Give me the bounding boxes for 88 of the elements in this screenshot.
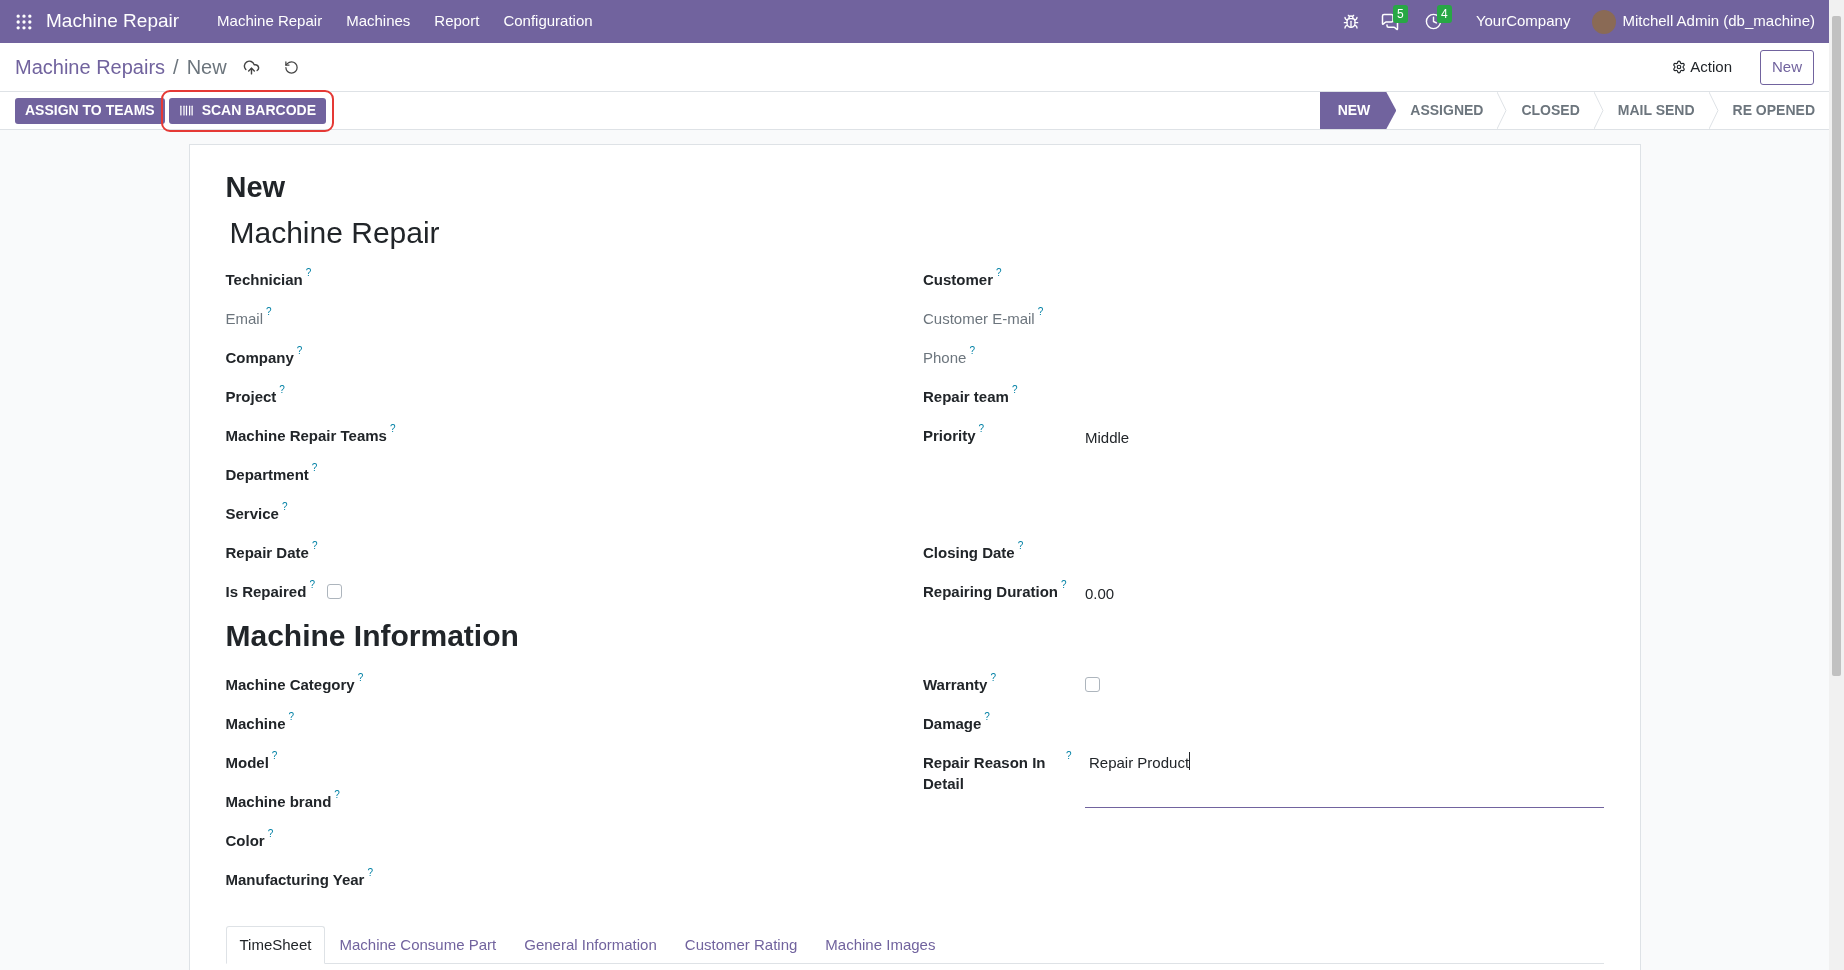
field-label: Customer E-mail (923, 309, 1035, 329)
field-label: Machine Repair Teams (225, 426, 387, 446)
activity-count-badge: 4 (1436, 5, 1452, 23)
help-tooltip-marker[interactable]: ? (969, 346, 975, 356)
debug-icon[interactable] (1342, 13, 1359, 30)
help-tooltip-marker[interactable]: ? (1066, 751, 1072, 761)
breadcrumb-current: New (186, 55, 227, 80)
help-tooltip-marker[interactable]: ? (1011, 385, 1018, 395)
user-menu[interactable]: Mitchell Admin (db_machine) (1622, 10, 1815, 33)
save-icon[interactable] (242, 58, 260, 76)
help-tooltip-marker[interactable]: ? (990, 673, 997, 683)
help-tooltip-marker[interactable]: ? (978, 424, 985, 434)
help-tooltip-marker[interactable]: ? (271, 751, 278, 761)
scrollbar[interactable] (1829, 0, 1844, 970)
field-label: Priority (923, 426, 976, 446)
field-label: Warranty (923, 675, 988, 695)
activities-icon[interactable] (1424, 13, 1442, 30)
help-tooltip-marker[interactable]: ? (311, 541, 318, 551)
section-heading: Machine Information (225, 618, 520, 654)
field-label: Project (225, 387, 277, 407)
help-tooltip-marker[interactable]: ? (279, 385, 285, 395)
help-tooltip-marker[interactable]: ? (311, 463, 318, 473)
header-button[interactable]: ASSIGN TO TEAMS (15, 97, 165, 124)
company-switcher[interactable]: YourCompany (1475, 10, 1571, 33)
help-tooltip-marker[interactable]: ? (305, 268, 312, 278)
status-stage[interactable]: NEW (1319, 92, 1397, 129)
new-button[interactable]: New (1760, 49, 1814, 85)
help-tooltip-marker[interactable]: ? (1037, 307, 1044, 317)
help-tooltip-marker[interactable]: ? (281, 502, 288, 512)
field-label: Manufacturing Year (225, 870, 365, 890)
help-tooltip-marker[interactable]: ? (357, 673, 364, 683)
record-name[interactable]: Machine Repair (229, 213, 1604, 253)
help-tooltip-marker[interactable]: ? (266, 307, 272, 317)
field-label: Company (225, 348, 294, 368)
help-tooltip-marker[interactable]: ? (1017, 541, 1024, 551)
checkbox[interactable] (1085, 677, 1100, 692)
field-label: Damage (923, 714, 982, 734)
menu-item[interactable]: Machines (334, 0, 423, 43)
field-label: Email (225, 309, 263, 329)
field-label: Is Repaired (225, 582, 307, 602)
field-label: Department (225, 465, 309, 485)
help-tooltip-marker[interactable]: ? (389, 424, 396, 434)
field-label: Color (225, 831, 265, 851)
help-tooltip-marker[interactable]: ? (334, 790, 340, 800)
header-button[interactable]: SCAN BARCODE (168, 97, 326, 124)
action-button[interactable]: Action (1672, 55, 1732, 79)
message-count-badge: 5 (1392, 4, 1408, 23)
discard-icon[interactable] (283, 59, 299, 75)
help-tooltip-marker[interactable]: ? (996, 268, 1002, 278)
field-label: Phone (923, 348, 967, 368)
help-tooltip-marker[interactable]: ? (984, 712, 990, 722)
field-label: Machine (225, 714, 286, 734)
menu-item[interactable]: Configuration (491, 0, 605, 43)
app-name[interactable]: Machine Repair (46, 7, 180, 36)
field-label: Repairing Duration (923, 582, 1058, 602)
settings-icon (1672, 60, 1687, 74)
help-tooltip-marker[interactable]: ? (296, 346, 303, 356)
form-tab[interactable]: Machine Consume Part (325, 926, 511, 964)
field-label: Technician (225, 270, 303, 290)
help-tooltip-marker[interactable]: ? (367, 868, 373, 878)
help-tooltip-marker[interactable]: ? (1061, 580, 1067, 590)
field-label: Repair Reason In Detail (923, 753, 1047, 794)
menu-item[interactable]: Report (422, 0, 492, 43)
field-value[interactable]: 0.00 (1085, 583, 1115, 604)
field-label: Customer (923, 270, 993, 290)
form-tab[interactable]: Machine Images (811, 926, 950, 964)
breadcrumb-link[interactable]: Machine Repairs (15, 52, 166, 82)
field-label: Machine brand (225, 792, 332, 812)
field-label: Service (225, 504, 279, 524)
help-tooltip-marker[interactable]: ? (288, 712, 295, 722)
field-label: Repair Date (225, 543, 309, 563)
breadcrumb-separator: / (173, 55, 179, 80)
barcode-icon (178, 103, 194, 118)
field-label: Repair team (923, 387, 1009, 407)
field-label: Closing Date (923, 543, 1015, 563)
form-tab[interactable]: General Information (510, 926, 671, 964)
menu-item[interactable]: Machine Repair (205, 0, 335, 43)
checkbox[interactable] (326, 584, 342, 599)
record-title: New (225, 170, 287, 205)
field-value[interactable]: Middle (1085, 427, 1130, 448)
messages-icon[interactable] (1380, 12, 1399, 31)
field-label: Model (225, 753, 269, 773)
help-tooltip-marker[interactable]: ? (309, 580, 315, 590)
help-tooltip-marker[interactable]: ? (267, 829, 274, 839)
form-tab[interactable]: TimeSheet (225, 926, 326, 964)
form-tab[interactable]: Customer Rating (670, 926, 812, 964)
field-label: Machine Category (225, 675, 355, 695)
input-field[interactable]: Repair Product (1085, 752, 1604, 808)
